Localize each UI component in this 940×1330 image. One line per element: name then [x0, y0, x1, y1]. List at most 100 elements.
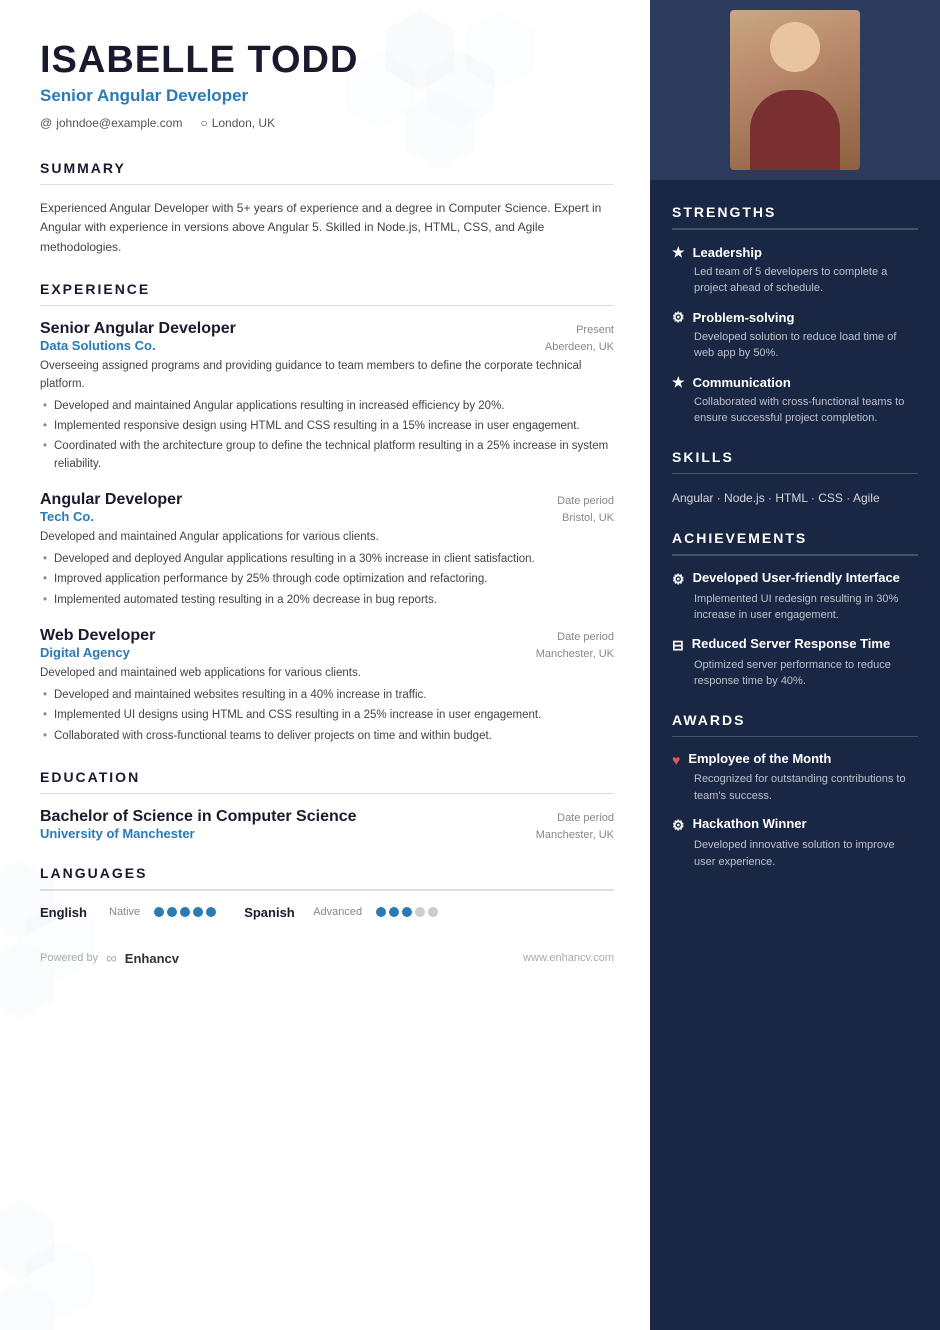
summary-section: SUMMARY Experienced Angular Developer wi… — [40, 160, 614, 257]
bullet-3-2: Implemented UI designs using HTML and CS… — [40, 707, 614, 724]
languages-section: LANGUAGES English Native Spanish Advance… — [40, 865, 614, 920]
email-value: johndoe@example.com — [56, 116, 182, 130]
lang-english-level: Native — [109, 906, 140, 918]
photo-face — [770, 22, 820, 72]
achievements-title: ACHIEVEMENTS — [672, 530, 918, 546]
summary-text: Experienced Angular Developer with 5+ ye… — [40, 199, 614, 257]
lang-spanish-level: Advanced — [313, 906, 362, 918]
lang-english-name: English — [40, 905, 95, 920]
job-company-line-1: Data Solutions Co. Aberdeen, UK — [40, 338, 614, 353]
resume-container: ISABELLE TODD Senior Angular Developer @… — [0, 0, 940, 1330]
strength-3-icon: ★ — [672, 374, 685, 391]
skills-divider — [672, 473, 918, 475]
job-header-2: Angular Developer Date period — [40, 491, 614, 509]
achievement-2-icon: ⊟ — [672, 637, 684, 654]
experience-divider — [40, 305, 614, 307]
job-location-1: Aberdeen, UK — [545, 341, 614, 353]
achievement-1: ⚙ Developed User-friendly Interface Impl… — [672, 570, 918, 624]
dot-en-4 — [193, 907, 203, 917]
header-section: ISABELLE TODD Senior Angular Developer @… — [40, 40, 614, 130]
lang-spanish-name: Spanish — [244, 905, 299, 920]
bullet-2-3: Implemented automated testing resulting … — [40, 592, 614, 609]
job-desc-1: Overseeing assigned programs and providi… — [40, 358, 614, 393]
location-value: London, UK — [212, 116, 275, 130]
job-entry-1: Senior Angular Developer Present Data So… — [40, 320, 614, 473]
strength-2-icon: ⚙ — [672, 309, 685, 326]
email-icon: @ — [40, 116, 52, 130]
bullet-3-1: Developed and maintained websites result… — [40, 687, 614, 704]
lang-english-dots — [154, 907, 216, 917]
awards-title: AWARDS — [672, 712, 918, 728]
languages-divider — [40, 889, 614, 891]
experience-section: EXPERIENCE Senior Angular Developer Pres… — [40, 281, 614, 745]
photo-area — [650, 0, 940, 180]
award-1-icon: ♥ — [672, 752, 680, 768]
strength-1-desc: Led team of 5 developers to complete a p… — [672, 264, 918, 297]
job-bullets-3: Developed and maintained websites result… — [40, 687, 614, 745]
bullet-1-1: Developed and maintained Angular applica… — [40, 398, 614, 415]
bullet-3-3: Collaborated with cross-functional teams… — [40, 728, 614, 745]
job-entry-2: Angular Developer Date period Tech Co. B… — [40, 491, 614, 609]
achievements-section: ACHIEVEMENTS ⚙ Developed User-friendly I… — [672, 530, 918, 690]
brand-logo: ∞ — [106, 950, 117, 967]
job-title-1: Senior Angular Developer — [40, 320, 236, 338]
left-column: ISABELLE TODD Senior Angular Developer @… — [0, 0, 650, 1330]
bullet-2-2: Improved application performance by 25% … — [40, 571, 614, 588]
brand-name: Enhancv — [125, 951, 179, 966]
job-bullets-1: Developed and maintained Angular applica… — [40, 398, 614, 473]
skills-text: Angular · Node.js · HTML · CSS · Agile — [672, 488, 918, 508]
job-company-1: Data Solutions Co. — [40, 338, 156, 353]
summary-title: SUMMARY — [40, 160, 614, 176]
strength-3-name: Communication — [693, 375, 791, 390]
award-1-desc: Recognized for outstanding contributions… — [672, 771, 918, 804]
job-bullets-2: Developed and deployed Angular applicati… — [40, 551, 614, 609]
powered-by-label: Powered by — [40, 952, 98, 964]
strength-3: ★ Communication Collaborated with cross-… — [672, 374, 918, 427]
dot-es-5 — [428, 907, 438, 917]
education-divider — [40, 793, 614, 795]
job-date-3: Date period — [557, 631, 614, 643]
achievement-2-desc: Optimized server performance to reduce r… — [672, 657, 918, 690]
award-2-header: ⚙ Hackathon Winner — [672, 816, 918, 834]
strength-2-desc: Developed solution to reduce load time o… — [672, 329, 918, 362]
job-company-3: Digital Agency — [40, 645, 130, 660]
strength-2-name: Problem-solving — [693, 310, 795, 325]
strength-2: ⚙ Problem-solving Developed solution to … — [672, 309, 918, 362]
strength-1-name: Leadership — [693, 245, 762, 260]
achievement-1-icon: ⚙ — [672, 571, 685, 588]
edu-school: University of Manchester — [40, 826, 195, 841]
job-desc-3: Developed and maintained web application… — [40, 665, 614, 682]
bullet-1-3: Coordinated with the architecture group … — [40, 438, 614, 473]
profile-photo — [730, 10, 860, 170]
education-title: EDUCATION — [40, 769, 614, 785]
award-1-name: Employee of the Month — [688, 751, 831, 766]
dot-es-4 — [415, 907, 425, 917]
location-contact: ○ London, UK — [200, 116, 275, 130]
footer-bar: Powered by ∞ Enhancv www.enhancv.com — [40, 950, 614, 967]
achievement-2-header: ⊟ Reduced Server Response Time — [672, 636, 918, 654]
achievement-1-name: Developed User-friendly Interface — [693, 570, 900, 585]
right-content: STRENGTHS ★ Leadership Led team of 5 dev… — [650, 180, 940, 916]
job-company-line-2: Tech Co. Bristol, UK — [40, 509, 614, 524]
dot-es-2 — [389, 907, 399, 917]
bullet-2-1: Developed and deployed Angular applicati… — [40, 551, 614, 568]
languages-row: English Native Spanish Advanced — [40, 905, 614, 920]
skills-title: SKILLS — [672, 449, 918, 465]
job-header-1: Senior Angular Developer Present — [40, 320, 614, 338]
job-header-3: Web Developer Date period — [40, 627, 614, 645]
achievement-1-desc: Implemented UI redesign resulting in 30%… — [672, 591, 918, 624]
contact-line: @ johndoe@example.com ○ London, UK — [40, 116, 614, 130]
skills-section: SKILLS Angular · Node.js · HTML · CSS · … — [672, 449, 918, 509]
awards-section: AWARDS ♥ Employee of the Month Recognize… — [672, 712, 918, 871]
job-title-2: Angular Developer — [40, 491, 182, 509]
dot-es-1 — [376, 907, 386, 917]
award-2-name: Hackathon Winner — [693, 816, 807, 831]
photo-body — [750, 90, 840, 170]
job-entry-3: Web Developer Date period Digital Agency… — [40, 627, 614, 745]
education-entry: Bachelor of Science in Computer Science … — [40, 808, 614, 841]
bullet-1-2: Implemented responsive design using HTML… — [40, 418, 614, 435]
strength-1-icon: ★ — [672, 244, 685, 261]
edu-header: Bachelor of Science in Computer Science … — [40, 808, 614, 826]
strength-1: ★ Leadership Led team of 5 developers to… — [672, 244, 918, 297]
education-section: EDUCATION Bachelor of Science in Compute… — [40, 769, 614, 842]
